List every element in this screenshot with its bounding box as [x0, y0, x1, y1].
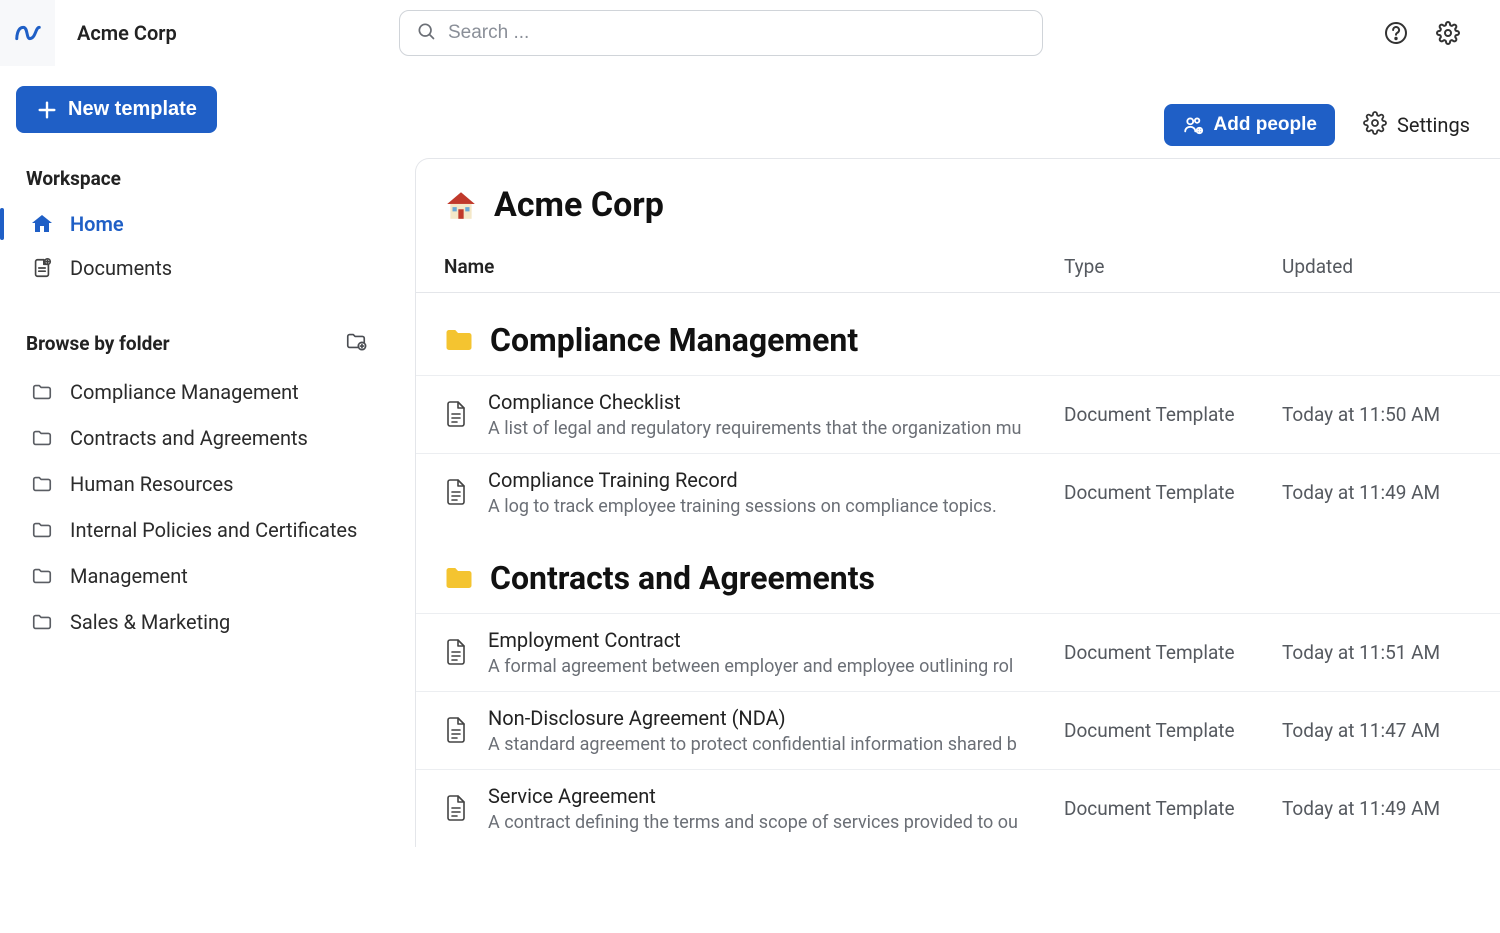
sidebar-item-label: Home — [70, 212, 124, 236]
sidebar-folder-item[interactable]: Compliance Management — [16, 369, 381, 415]
document-icon — [444, 716, 470, 746]
column-headers: Name Type Updated — [416, 255, 1500, 293]
sidebar-item-home[interactable]: Home — [16, 202, 381, 246]
sidebar-folder-item[interactable]: Human Resources — [16, 461, 381, 507]
help-icon[interactable] — [1384, 21, 1408, 45]
row-title: Employment Contract — [488, 628, 1044, 652]
settings-button[interactable]: Settings — [1363, 111, 1470, 140]
row-type: Document Template — [1064, 403, 1282, 426]
row-main: Non-Disclosure Agreement (NDA) A standard… — [488, 706, 1064, 755]
row-title: Compliance Training Record — [488, 468, 1044, 492]
column-name: Name — [444, 255, 1064, 278]
document-icon — [444, 400, 470, 430]
sidebar-folder-label: Management — [70, 564, 188, 588]
gear-icon — [1363, 111, 1387, 140]
row-main: Employment Contract A formal agreement be… — [488, 628, 1064, 677]
app-logo[interactable] — [0, 0, 55, 66]
row-type: Document Template — [1064, 481, 1282, 504]
row-description: A formal agreement between employer and … — [488, 656, 1044, 677]
table-row[interactable]: Compliance Training Record A log to track… — [416, 453, 1500, 531]
row-updated: Today at 11:47 AM — [1282, 719, 1472, 742]
row-type: Document Template — [1064, 641, 1282, 664]
sidebar-folder-label: Sales & Marketing — [70, 610, 230, 634]
row-title: Compliance Checklist — [488, 390, 1044, 414]
folder-icon — [444, 327, 474, 353]
add-people-button[interactable]: Add people — [1164, 104, 1335, 146]
row-updated: Today at 11:49 AM — [1282, 797, 1472, 820]
row-description: A list of legal and regulatory requireme… — [488, 418, 1044, 439]
table-row[interactable]: Non-Disclosure Agreement (NDA) A standard… — [416, 691, 1500, 769]
add-folder-icon[interactable] — [345, 330, 367, 357]
sidebar-folder-item[interactable]: Management — [16, 553, 381, 599]
sidebar-folder-item[interactable]: Contracts and Agreements — [16, 415, 381, 461]
search-icon — [416, 21, 448, 46]
page-title: Acme Corp — [494, 185, 664, 225]
sidebar-folder-item[interactable]: Internal Policies and Certificates — [16, 507, 381, 553]
table-row[interactable]: Compliance Checklist A list of legal and … — [416, 375, 1500, 453]
row-updated: Today at 11:51 AM — [1282, 641, 1472, 664]
search-box[interactable] — [399, 10, 1043, 56]
search-input[interactable] — [448, 22, 1026, 44]
sidebar-folder-label: Human Resources — [70, 472, 233, 496]
sidebar-item-documents[interactable]: Documents — [16, 246, 381, 290]
folder-icon — [30, 610, 54, 634]
document-icon — [444, 794, 470, 824]
workspace-heading: Workspace — [26, 167, 381, 190]
row-type: Document Template — [1064, 797, 1282, 820]
home-icon — [30, 212, 54, 236]
content-section: Contracts and Agreements Employment Contr… — [416, 531, 1500, 847]
add-people-label: Add people — [1214, 114, 1317, 136]
new-template-label: New template — [68, 98, 197, 121]
section-title: Compliance Management — [490, 321, 858, 359]
sidebar: New template Workspace Home Documents Br… — [0, 66, 399, 933]
sidebar-item-label: Documents — [70, 256, 172, 280]
row-type: Document Template — [1064, 719, 1282, 742]
browse-heading: Browse by folder — [26, 330, 381, 357]
column-type: Type — [1064, 255, 1282, 278]
sidebar-folder-label: Contracts and Agreements — [70, 426, 308, 450]
topbar: Acme Corp — [0, 0, 1500, 66]
folder-icon — [444, 565, 474, 591]
sidebar-folder-label: Compliance Management — [70, 380, 299, 404]
row-updated: Today at 11:49 AM — [1282, 481, 1472, 504]
row-updated: Today at 11:50 AM — [1282, 403, 1472, 426]
row-main: Compliance Training Record A log to track… — [488, 468, 1064, 517]
sidebar-folder-item[interactable]: Sales & Marketing — [16, 599, 381, 645]
column-updated: Updated — [1282, 255, 1472, 278]
main-panel: Add people Settings — [399, 66, 1500, 933]
row-description: A standard agreement to protect confiden… — [488, 734, 1044, 755]
folder-icon — [30, 426, 54, 450]
document-icon — [444, 478, 470, 508]
content-card: Acme Corp Name Type Updated Compliance M… — [415, 158, 1500, 847]
table-row[interactable]: Employment Contract A formal agreement be… — [416, 613, 1500, 691]
section-heading[interactable]: Compliance Management — [416, 315, 1500, 375]
folder-icon — [30, 472, 54, 496]
folder-icon — [30, 380, 54, 404]
settings-label: Settings — [1397, 113, 1470, 137]
row-main: Compliance Checklist A list of legal and … — [488, 390, 1064, 439]
documents-icon — [30, 256, 54, 280]
document-icon — [444, 638, 470, 668]
row-title: Non-Disclosure Agreement (NDA) — [488, 706, 1044, 730]
house-icon — [444, 188, 478, 222]
section-heading[interactable]: Contracts and Agreements — [416, 553, 1500, 613]
folder-icon — [30, 564, 54, 588]
sidebar-folder-label: Internal Policies and Certificates — [70, 518, 357, 542]
row-description: A contract defining the terms and scope … — [488, 812, 1044, 833]
folder-icon — [30, 518, 54, 542]
row-main: Service Agreement A contract defining the… — [488, 784, 1064, 833]
row-title: Service Agreement — [488, 784, 1044, 808]
table-row[interactable]: Service Agreement A contract defining the… — [416, 769, 1500, 847]
row-description: A log to track employee training session… — [488, 496, 1044, 517]
section-title: Contracts and Agreements — [490, 559, 875, 597]
content-section: Compliance Management Compliance Checklis… — [416, 293, 1500, 531]
gear-icon[interactable] — [1436, 21, 1460, 45]
new-template-button[interactable]: New template — [16, 86, 217, 133]
org-name[interactable]: Acme Corp — [77, 21, 177, 45]
